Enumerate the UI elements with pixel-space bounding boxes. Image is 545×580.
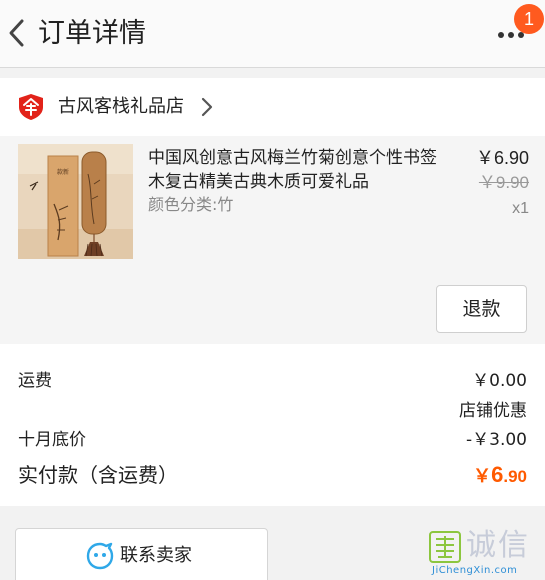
product-price: ￥6.90	[475, 148, 529, 168]
watermark: 诚信 JiChengXin.com	[428, 528, 545, 580]
product-original-price: ￥9.90	[478, 173, 529, 192]
product-variant: 颜色分类:竹	[148, 195, 234, 214]
product-title[interactable]: 中国风创意古风梅兰竹菊创意个性书签木复古精美古典木质可爱礼品	[148, 146, 438, 194]
chat-face-icon	[86, 542, 114, 570]
watermark-logo-icon	[429, 531, 461, 563]
top-navigation-bar: 订单详情 1	[0, 0, 545, 68]
contact-seller-label: 联系卖家	[120, 545, 192, 566]
contact-seller-button[interactable]: 联系卖家	[15, 528, 268, 580]
back-button[interactable]	[4, 14, 30, 52]
product-item[interactable]: 款新 中国风创意古风梅兰竹菊创意个性书签木复古精美古典木质可爱礼品 颜色分类:竹…	[0, 136, 545, 344]
total-amount: ￥6.90	[473, 460, 527, 493]
total-currency: ￥	[473, 466, 492, 486]
shop-row[interactable]: 古风客栈礼品店	[0, 78, 545, 136]
shipping-label: 运费	[18, 371, 52, 391]
order-summary: 运费 ￥0.00 店铺优惠 十月底价 -￥3.00 实付款（含运费） ￥6.90	[0, 344, 545, 506]
svg-text:款新: 款新	[57, 168, 69, 176]
shop-name: 古风客栈礼品店	[58, 96, 184, 117]
product-quantity: x1	[512, 200, 529, 217]
watermark-url: JiChengXin.com	[432, 565, 518, 576]
page-title: 订单详情	[38, 18, 146, 49]
watermark-text: 诚信	[466, 528, 530, 563]
total-integer: 6	[491, 462, 504, 487]
refund-button[interactable]: 退款	[436, 285, 527, 333]
shop-discount-label: 店铺优惠	[459, 401, 527, 421]
shop-shield-icon	[19, 94, 43, 120]
bookmark-product-image: 款新	[18, 144, 133, 259]
notification-badge: 1	[514, 4, 544, 34]
discount-name: 十月底价	[18, 430, 86, 450]
chevron-left-icon	[9, 19, 24, 47]
total-decimal: .90	[503, 467, 527, 486]
chevron-right-icon	[201, 97, 213, 117]
shipping-value: ￥0.00	[472, 371, 527, 391]
product-thumbnail[interactable]: 款新	[18, 144, 133, 259]
total-label: 实付款（含运费）	[18, 463, 178, 487]
discount-value: -￥3.00	[466, 430, 527, 450]
